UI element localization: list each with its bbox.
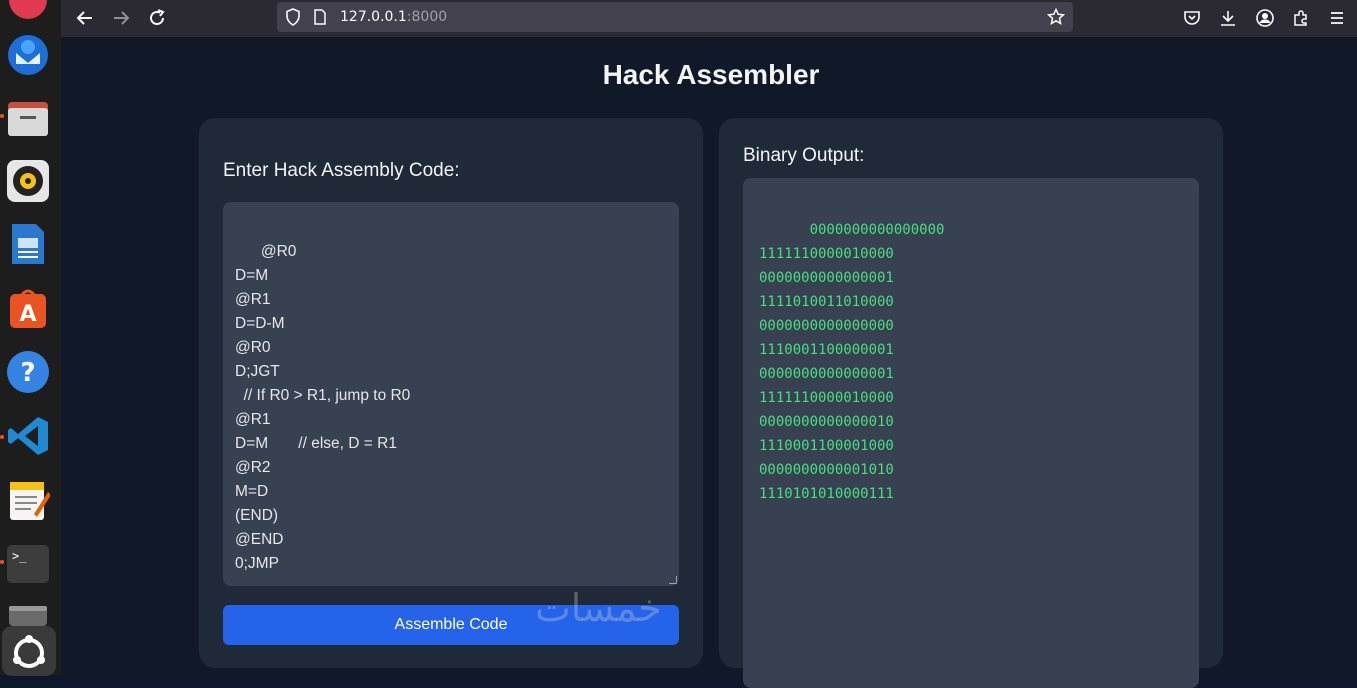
thunderbird-icon[interactable] (6, 33, 50, 77)
menu-icon[interactable] (1323, 5, 1351, 31)
binary-output-text: 0000000000000000 1111110000010000 000000… (759, 222, 945, 502)
page-title: Hack Assembler (602, 59, 820, 90)
running-indicator (0, 114, 4, 118)
output-panel: Binary Output: 0000000000000000 11111100… (719, 118, 1223, 688)
browser-toolbar: 127.0.0.1:8000 (61, 0, 1357, 37)
url-text[interactable]: 127.0.0.1:8000 (340, 9, 447, 25)
page-content: Hack Assembler Enter Hack Assembly Code:… (61, 37, 1357, 688)
svg-text:>_: >_ (12, 549, 27, 563)
input-label: Enter Hack Assembly Code: (223, 160, 460, 181)
running-indicator (0, 435, 4, 439)
firefox-icon[interactable] (6, 0, 50, 22)
resize-handle-icon[interactable] (669, 576, 677, 584)
reload-icon[interactable] (143, 5, 171, 31)
svg-text:?: ? (20, 358, 35, 388)
svg-text:A: A (19, 302, 36, 327)
vscode-icon[interactable] (6, 414, 50, 458)
terminal-icon[interactable]: >_ (6, 542, 50, 586)
assembly-code-text: @R0 D=M @R1 D=D-M @R0 D;JGT // If R0 > R… (235, 243, 411, 572)
download-icon[interactable] (1214, 5, 1242, 31)
back-icon[interactable] (71, 5, 99, 31)
files-icon[interactable] (6, 96, 50, 140)
forward-icon[interactable] (107, 5, 135, 31)
app-center-icon[interactable]: A (6, 286, 50, 330)
output-label: Binary Output: (743, 145, 865, 166)
ubuntu-logo-icon[interactable] (2, 626, 56, 676)
rhythmbox-icon[interactable] (6, 159, 50, 203)
help-icon[interactable]: ? (6, 350, 50, 394)
ubuntu-dock: A ? >_ (0, 0, 61, 676)
assembly-code-textarea[interactable]: @R0 D=M @R1 D=D-M @R0 D;JGT // If R0 > R… (223, 202, 679, 586)
url-host: 127.0.0.1 (340, 9, 407, 25)
binary-output-box: 0000000000000000 1111110000010000 000000… (743, 178, 1199, 688)
shield-icon[interactable] (285, 8, 301, 30)
running-indicator (0, 560, 4, 564)
page-info-icon[interactable] (313, 9, 327, 29)
text-editor-icon[interactable] (6, 478, 50, 522)
watermark: خمسات (535, 586, 662, 630)
libreoffice-writer-icon[interactable] (6, 222, 50, 266)
address-bar[interactable]: 127.0.0.1:8000 (277, 2, 1073, 32)
pocket-icon[interactable] (1178, 5, 1206, 31)
bookmark-star-icon[interactable] (1046, 7, 1066, 30)
url-port: :8000 (406, 9, 448, 25)
account-icon[interactable] (1251, 5, 1279, 31)
extensions-icon[interactable] (1287, 5, 1315, 31)
